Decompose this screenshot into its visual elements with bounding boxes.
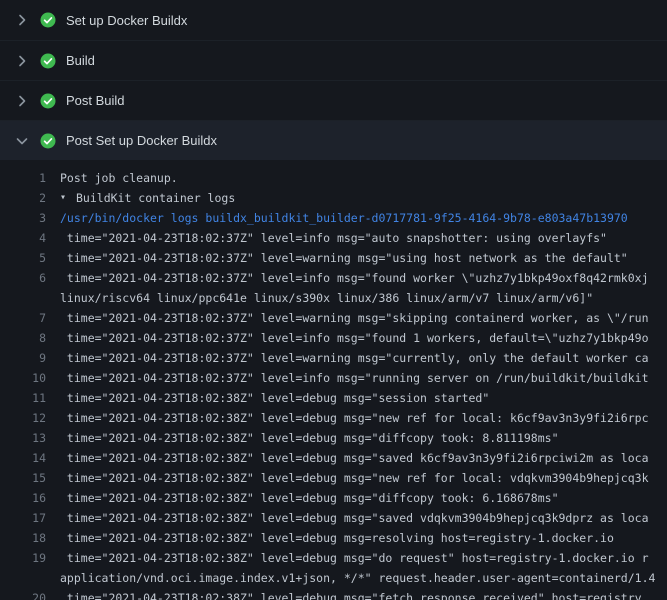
step-title: Post Set up Docker Buildx: [66, 133, 217, 148]
log-group-toggle-icon[interactable]: ▾: [60, 188, 76, 208]
log-line-number[interactable]: 4: [0, 228, 60, 248]
log-line: 3 /usr/bin/docker logs buildx_buildkit_b…: [0, 208, 667, 228]
log-line-number[interactable]: 5: [0, 248, 60, 268]
log-line-number[interactable]: 11: [0, 388, 60, 408]
log-line-text: time="2021-04-23T18:02:38Z" level=debug …: [60, 448, 649, 468]
log-line-number[interactable]: 3: [0, 208, 60, 228]
step-title: Set up Docker Buildx: [66, 13, 187, 28]
success-check-icon: [40, 53, 56, 69]
log-line-text: time="2021-04-23T18:02:37Z" level=info m…: [60, 268, 649, 288]
log-line: 5 time="2021-04-23T18:02:37Z" level=warn…: [0, 248, 667, 268]
log-line-number[interactable]: 7: [0, 308, 60, 328]
step-title: Build: [66, 53, 95, 68]
log-line: 6 time="2021-04-23T18:02:37Z" level=info…: [0, 268, 667, 288]
log-line-number[interactable]: [0, 568, 60, 588]
log-line-text: time="2021-04-23T18:02:38Z" level=debug …: [60, 388, 489, 408]
log-line-text: time="2021-04-23T18:02:37Z" level=info m…: [60, 228, 607, 248]
log-line: 10 time="2021-04-23T18:02:37Z" level=inf…: [0, 368, 667, 388]
log-lines: 1 Post job cleanup. 2 ▾ BuildKit contain…: [0, 168, 667, 600]
log-area: 1 Post job cleanup. 2 ▾ BuildKit contain…: [0, 160, 667, 600]
log-line-text: /usr/bin/docker logs buildx_buildkit_bui…: [60, 208, 628, 228]
log-line: 4 time="2021-04-23T18:02:37Z" level=info…: [0, 228, 667, 248]
log-line-text: time="2021-04-23T18:02:38Z" level=debug …: [60, 588, 642, 600]
log-line-number[interactable]: 12: [0, 408, 60, 428]
chevron-right-icon: [14, 12, 30, 28]
log-line-number[interactable]: 10: [0, 368, 60, 388]
log-line-number[interactable]: 18: [0, 528, 60, 548]
log-line-text: time="2021-04-23T18:02:37Z" level=info m…: [60, 328, 649, 348]
log-line-text: time="2021-04-23T18:02:38Z" level=debug …: [60, 428, 559, 448]
step-row-post-build[interactable]: Post Build: [0, 80, 667, 120]
log-line: 17 time="2021-04-23T18:02:38Z" level=deb…: [0, 508, 667, 528]
log-line-text: time="2021-04-23T18:02:38Z" level=debug …: [60, 408, 649, 428]
chevron-right-icon: [14, 93, 30, 109]
log-line-number[interactable]: [0, 288, 60, 308]
log-line-number[interactable]: 9: [0, 348, 60, 368]
log-line-number[interactable]: 2: [0, 188, 60, 208]
log-line: 14 time="2021-04-23T18:02:38Z" level=deb…: [0, 448, 667, 468]
log-line-text: time="2021-04-23T18:02:37Z" level=warnin…: [60, 308, 649, 328]
log-line-text: time="2021-04-23T18:02:38Z" level=debug …: [60, 548, 649, 568]
log-line-number[interactable]: 20: [0, 588, 60, 600]
log-line-number[interactable]: 15: [0, 468, 60, 488]
step-row-post-set-up-docker-buildx[interactable]: Post Set up Docker Buildx: [0, 120, 667, 160]
log-line: 9 time="2021-04-23T18:02:37Z" level=warn…: [0, 348, 667, 368]
log-line-number[interactable]: 19: [0, 548, 60, 568]
log-line: 2 ▾ BuildKit container logs: [0, 188, 667, 208]
log-line-number[interactable]: 14: [0, 448, 60, 468]
log-line-number[interactable]: 1: [0, 168, 60, 188]
log-line: 1 Post job cleanup.: [0, 168, 667, 188]
log-line: 18 time="2021-04-23T18:02:38Z" level=deb…: [0, 528, 667, 548]
log-line: application/vnd.oci.image.index.v1+json,…: [0, 568, 667, 588]
step-row-build[interactable]: Build: [0, 40, 667, 80]
success-check-icon: [40, 12, 56, 28]
log-line: 8 time="2021-04-23T18:02:37Z" level=info…: [0, 328, 667, 348]
log-line-number[interactable]: 8: [0, 328, 60, 348]
log-line: 11 time="2021-04-23T18:02:38Z" level=deb…: [0, 388, 667, 408]
success-check-icon: [40, 133, 56, 149]
log-line-text: time="2021-04-23T18:02:38Z" level=debug …: [60, 528, 614, 548]
log-line-number[interactable]: 13: [0, 428, 60, 448]
log-line: 7 time="2021-04-23T18:02:37Z" level=warn…: [0, 308, 667, 328]
log-line-text: linux/riscv64 linux/ppc641e linux/s390x …: [60, 288, 593, 308]
step-row-set-up-docker-buildx[interactable]: Set up Docker Buildx: [0, 0, 667, 40]
log-line-text: time="2021-04-23T18:02:38Z" level=debug …: [60, 508, 649, 528]
log-line-number[interactable]: 16: [0, 488, 60, 508]
log-line-text: time="2021-04-23T18:02:37Z" level=warnin…: [60, 248, 628, 268]
log-line-text: time="2021-04-23T18:02:38Z" level=debug …: [60, 468, 649, 488]
log-line-text: time="2021-04-23T18:02:38Z" level=debug …: [60, 488, 559, 508]
log-line-number[interactable]: 17: [0, 508, 60, 528]
chevron-right-icon: [14, 53, 30, 69]
log-line: 15 time="2021-04-23T18:02:38Z" level=deb…: [0, 468, 667, 488]
log-line-text: Post job cleanup.: [60, 168, 178, 188]
log-line: linux/riscv64 linux/ppc641e linux/s390x …: [0, 288, 667, 308]
log-line: 19 time="2021-04-23T18:02:38Z" level=deb…: [0, 548, 667, 568]
success-check-icon: [40, 93, 56, 109]
log-line: 12 time="2021-04-23T18:02:38Z" level=deb…: [0, 408, 667, 428]
log-line-text: BuildKit container logs: [76, 188, 235, 208]
log-line-text: time="2021-04-23T18:02:37Z" level=info m…: [60, 368, 649, 388]
step-title: Post Build: [66, 93, 125, 108]
log-line-text: time="2021-04-23T18:02:37Z" level=warnin…: [60, 348, 649, 368]
log-line: 20 time="2021-04-23T18:02:38Z" level=deb…: [0, 588, 667, 600]
log-line-text: application/vnd.oci.image.index.v1+json,…: [60, 568, 655, 588]
log-line: 16 time="2021-04-23T18:02:38Z" level=deb…: [0, 488, 667, 508]
log-line: 13 time="2021-04-23T18:02:38Z" level=deb…: [0, 428, 667, 448]
workflow-log-viewer: Set up Docker Buildx Build Post Build Po…: [0, 0, 667, 600]
log-line-number[interactable]: 6: [0, 268, 60, 288]
chevron-down-icon: [14, 133, 30, 149]
